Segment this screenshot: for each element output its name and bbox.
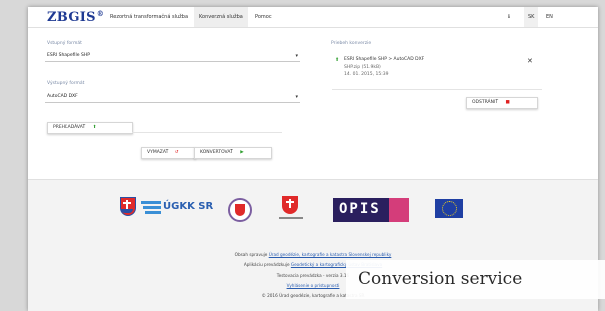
nav-transformation-service[interactable]: Rezortná transformačná služba <box>105 7 193 27</box>
ministry-seal-logo <box>228 198 252 222</box>
history-item-file: SHP.zip (51.9kB) <box>344 65 381 70</box>
remove-label: ODSTRÁNIŤ <box>472 100 499 105</box>
top-navbar: ZBGIS® Rezortná transformačná služba Kon… <box>28 7 598 28</box>
lang-en[interactable]: EN <box>542 7 557 27</box>
output-format-select[interactable]: AutoCAD DXF ▾ <box>45 92 300 103</box>
caption-text: Conversion service <box>358 269 523 289</box>
trash-icon: ■ <box>505 100 510 105</box>
convert-label: KONVERTOVAŤ <box>200 150 233 155</box>
history-item-date: 14. 01. 2015, 15:39 <box>344 72 389 77</box>
lang-sk[interactable]: SK <box>524 7 539 27</box>
footer-content-line: Obsah spravuje Úrad geodézie, kartografi… <box>28 252 598 257</box>
input-format-select[interactable]: ESRI Shapefile SHP ▾ <box>45 51 300 62</box>
close-icon[interactable]: ✕ <box>527 57 533 65</box>
logo-mark: ® <box>96 9 105 18</box>
opis-label: OPIS <box>339 201 381 217</box>
upload-arrow-icon: ⬆ <box>92 125 97 130</box>
file-path-field[interactable] <box>132 132 282 133</box>
caption-overlay: Conversion service <box>346 260 605 299</box>
info-icon[interactable]: ℹ <box>504 7 514 27</box>
convert-button[interactable]: KONVERTOVAŤ ▶ <box>194 147 272 159</box>
ministry-crest-logo <box>279 196 303 222</box>
history-title: Priebeh konverzie <box>331 41 372 46</box>
nav-help[interactable]: Pomoc <box>250 7 277 27</box>
output-format-value: AutoCAD DXF <box>47 94 78 99</box>
input-format-value: ESRI Shapefile SHP <box>47 53 90 58</box>
reset-icon: ↺ <box>174 150 179 155</box>
logo-text: ZBGIS <box>47 10 96 25</box>
opis-logo: OPIS <box>333 198 409 222</box>
footer-ugkk-link[interactable]: Úrad geodézie, kartografie a katastra Sl… <box>269 252 392 257</box>
slovak-coat-of-arms-logo <box>120 197 136 217</box>
ugkk-logo: ÚGKK SR <box>141 199 213 219</box>
eu-flag-icon <box>435 199 463 218</box>
clear-button[interactable]: VYMAZAŤ ↺ <box>141 147 196 159</box>
nav-conversion-service[interactable]: Konverzná služba <box>194 7 248 27</box>
ugkk-label: ÚGKK SR <box>163 201 214 212</box>
remove-button[interactable]: ODSTRÁNIŤ ■ <box>466 97 538 109</box>
footer-content-prefix: Obsah spravuje <box>234 252 268 257</box>
conversion-history-item: ⬆ ESRI Shapefile SHP > AutoCAD DXF SHP.z… <box>332 53 537 89</box>
upload-arrow-icon: ⬆ <box>335 57 340 63</box>
history-divider <box>332 89 542 90</box>
browse-button[interactable]: PREHĽADÁVAŤ ⬆ <box>47 122 133 134</box>
zbgis-logo[interactable]: ZBGIS® <box>47 9 105 25</box>
history-item-title[interactable]: ESRI Shapefile SHP > AutoCAD DXF <box>344 57 424 62</box>
chevron-down-icon: ▾ <box>295 53 298 59</box>
output-format-label: Výstupný formát <box>47 81 85 86</box>
play-icon: ▶ <box>240 150 244 155</box>
chevron-down-icon: ▾ <box>295 94 298 100</box>
input-format-label: Vstupný formát <box>47 41 82 46</box>
footer-operator-prefix: Aplikáciu prevádzkuje <box>243 262 290 267</box>
clear-label: VYMAZAŤ <box>147 150 169 155</box>
browse-label: PREHĽADÁVAŤ <box>53 125 86 130</box>
